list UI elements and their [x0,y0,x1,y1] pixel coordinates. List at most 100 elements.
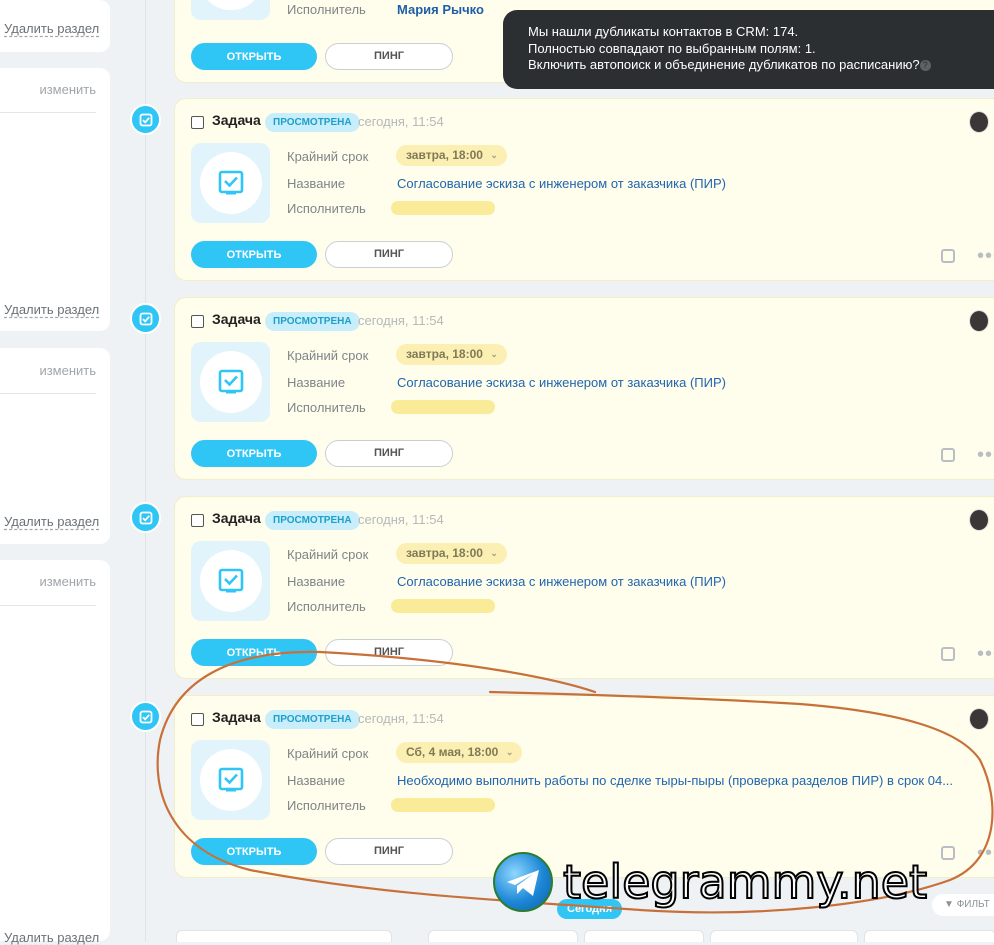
filter-icon: ▼ [944,899,957,910]
task-timeline-icon [130,701,161,732]
bottom-tab-strip [428,930,578,942]
task-name-link[interactable]: Согласование эскиза с инженером от заказ… [397,176,726,191]
more-icon[interactable]: ••• [977,444,994,467]
sidebar-panel-1: Удалить раздел [0,0,110,52]
more-icon[interactable]: ••• [977,643,994,666]
status-badge: ПРОСМОТРЕНА [265,710,360,729]
task-checkbox[interactable] [191,713,204,726]
task-time: сегодня, 11:54 [358,512,444,527]
executor-label: Исполнитель [287,400,366,415]
ping-button[interactable]: ПИНГ [325,440,453,467]
deadline-label: Крайний срок [287,746,369,761]
task-checkbox[interactable] [191,116,204,129]
separator [0,605,96,606]
delete-section-link[interactable]: Удалить раздел [4,930,99,945]
task-thumbnail [191,740,270,820]
task-title: Задача [212,510,261,526]
ping-button[interactable]: ПИНГ [325,838,453,865]
executor-label: Исполнитель [287,798,366,813]
note-icon[interactable] [941,448,955,462]
executor-label: Исполнитель [287,599,366,614]
deadline-dropdown[interactable]: Сб, 4 мая, 18:00 ⌄ [396,742,523,763]
status-badge: ПРОСМОТРЕНА [265,511,360,530]
ping-button[interactable]: ПИНГ [325,241,453,268]
watermark-text: telegrammy.net [562,854,928,910]
task-thumbnail [191,143,270,223]
task-time: сегодня, 11:54 [358,313,444,328]
task-title: Задача [212,311,261,327]
task-timeline-icon [130,303,161,334]
sidebar-panel-3: изменить Удалить раздел [0,348,110,544]
task-thumbnail [191,342,270,422]
task-time: сегодня, 11:54 [358,711,444,726]
open-button[interactable]: ОТКРЫТЬ [191,639,317,666]
task-thumbnail-circle [199,0,262,10]
task-card: Задача ПРОСМОТРЕНА сегодня, 11:54 Крайний с… [174,695,994,878]
task-timeline-icon [130,502,161,533]
executor-label: Исполнитель [287,2,366,17]
deadline-dropdown[interactable]: завтра, 18:00 ⌄ [396,344,507,365]
executor-redacted [391,798,495,812]
deadline-dropdown[interactable]: завтра, 18:00 ⌄ [396,145,507,166]
executor-label: Исполнитель [287,201,366,216]
ping-button[interactable]: ПИНГ [325,43,453,70]
task-name-link[interactable]: Необходимо выполнить работы по сделке ты… [397,773,953,788]
telegram-logo-icon [493,852,553,912]
task-card: Задача ПРОСМОТРЕНА сегодня, 11:54 Крайний с… [174,297,994,480]
avatar[interactable] [969,509,989,531]
filter-button[interactable]: ▼ ФИЛЬТ [932,894,994,916]
status-badge: ПРОСМОТРЕНА [265,312,360,331]
ping-button[interactable]: ПИНГ [325,639,453,666]
task-icon [199,550,262,612]
avatar[interactable] [969,310,989,332]
deadline-label: Крайний срок [287,348,369,363]
open-button[interactable]: ОТКРЫТЬ [191,440,317,467]
note-icon[interactable] [941,647,955,661]
chevron-down-icon: ⌄ [505,747,514,757]
avatar[interactable] [969,111,989,133]
more-icon[interactable]: ••• [977,842,994,865]
chevron-down-icon: ⌄ [490,548,498,558]
task-checkbox[interactable] [191,514,204,527]
task-card: Задача ПРОСМОТРЕНА сегодня, 11:54 Крайний с… [174,98,994,281]
bottom-tab-strip [710,930,858,942]
open-button[interactable]: ОТКРЫТЬ [191,241,317,268]
sidebar-panel-4: изменить Удалить раздел [0,560,110,945]
bottom-input-strip [176,930,392,942]
bottom-tab-strip [864,930,994,942]
note-icon[interactable] [941,846,955,860]
task-name-link[interactable]: Согласование эскиза с инженером от заказ… [397,574,726,589]
avatar[interactable] [969,708,989,730]
more-icon[interactable]: ••• [977,245,994,268]
deadline-dropdown[interactable]: завтра, 18:00 ⌄ [396,543,507,564]
name-label: Название [287,773,346,788]
delete-section-link[interactable]: Удалить раздел [4,514,99,529]
task-name-link[interactable]: Согласование эскиза с инженером от заказ… [397,375,726,390]
chevron-down-icon: ⌄ [490,150,498,160]
executor-redacted [391,599,495,613]
edit-link[interactable]: изменить [39,82,96,97]
separator [0,112,96,113]
edit-link[interactable]: изменить [39,363,96,378]
delete-section-link[interactable]: Удалить раздел [4,21,99,36]
note-icon[interactable] [941,249,955,263]
task-thumbnail [191,0,270,20]
watermark: telegrammy.net [493,852,928,912]
notification-line-1: Мы нашли дубликаты контактов в CRM: 174. [528,24,799,39]
task-card: Задача ПРОСМОТРЕНА сегодня, 11:54 Крайний с… [174,496,994,679]
name-label: Название [287,574,346,589]
executor-value[interactable]: Мария Рычко [397,2,484,17]
task-title: Задача [212,709,261,725]
delete-section-link[interactable]: Удалить раздел [4,302,99,317]
timeline-line [145,0,146,941]
task-thumbnail [191,541,270,621]
bottom-tab-strip [584,930,704,942]
name-label: Название [287,375,346,390]
duplicate-notification[interactable]: Мы нашли дубликаты контактов в CRM: 174.… [503,10,994,89]
edit-link[interactable]: изменить [39,574,96,589]
chevron-down-icon: ⌄ [490,349,498,359]
open-button[interactable]: ОТКРЫТЬ [191,838,317,865]
help-icon[interactable]: ? [919,60,931,72]
task-checkbox[interactable] [191,315,204,328]
open-button[interactable]: ОТКРЫТЬ [191,43,317,70]
